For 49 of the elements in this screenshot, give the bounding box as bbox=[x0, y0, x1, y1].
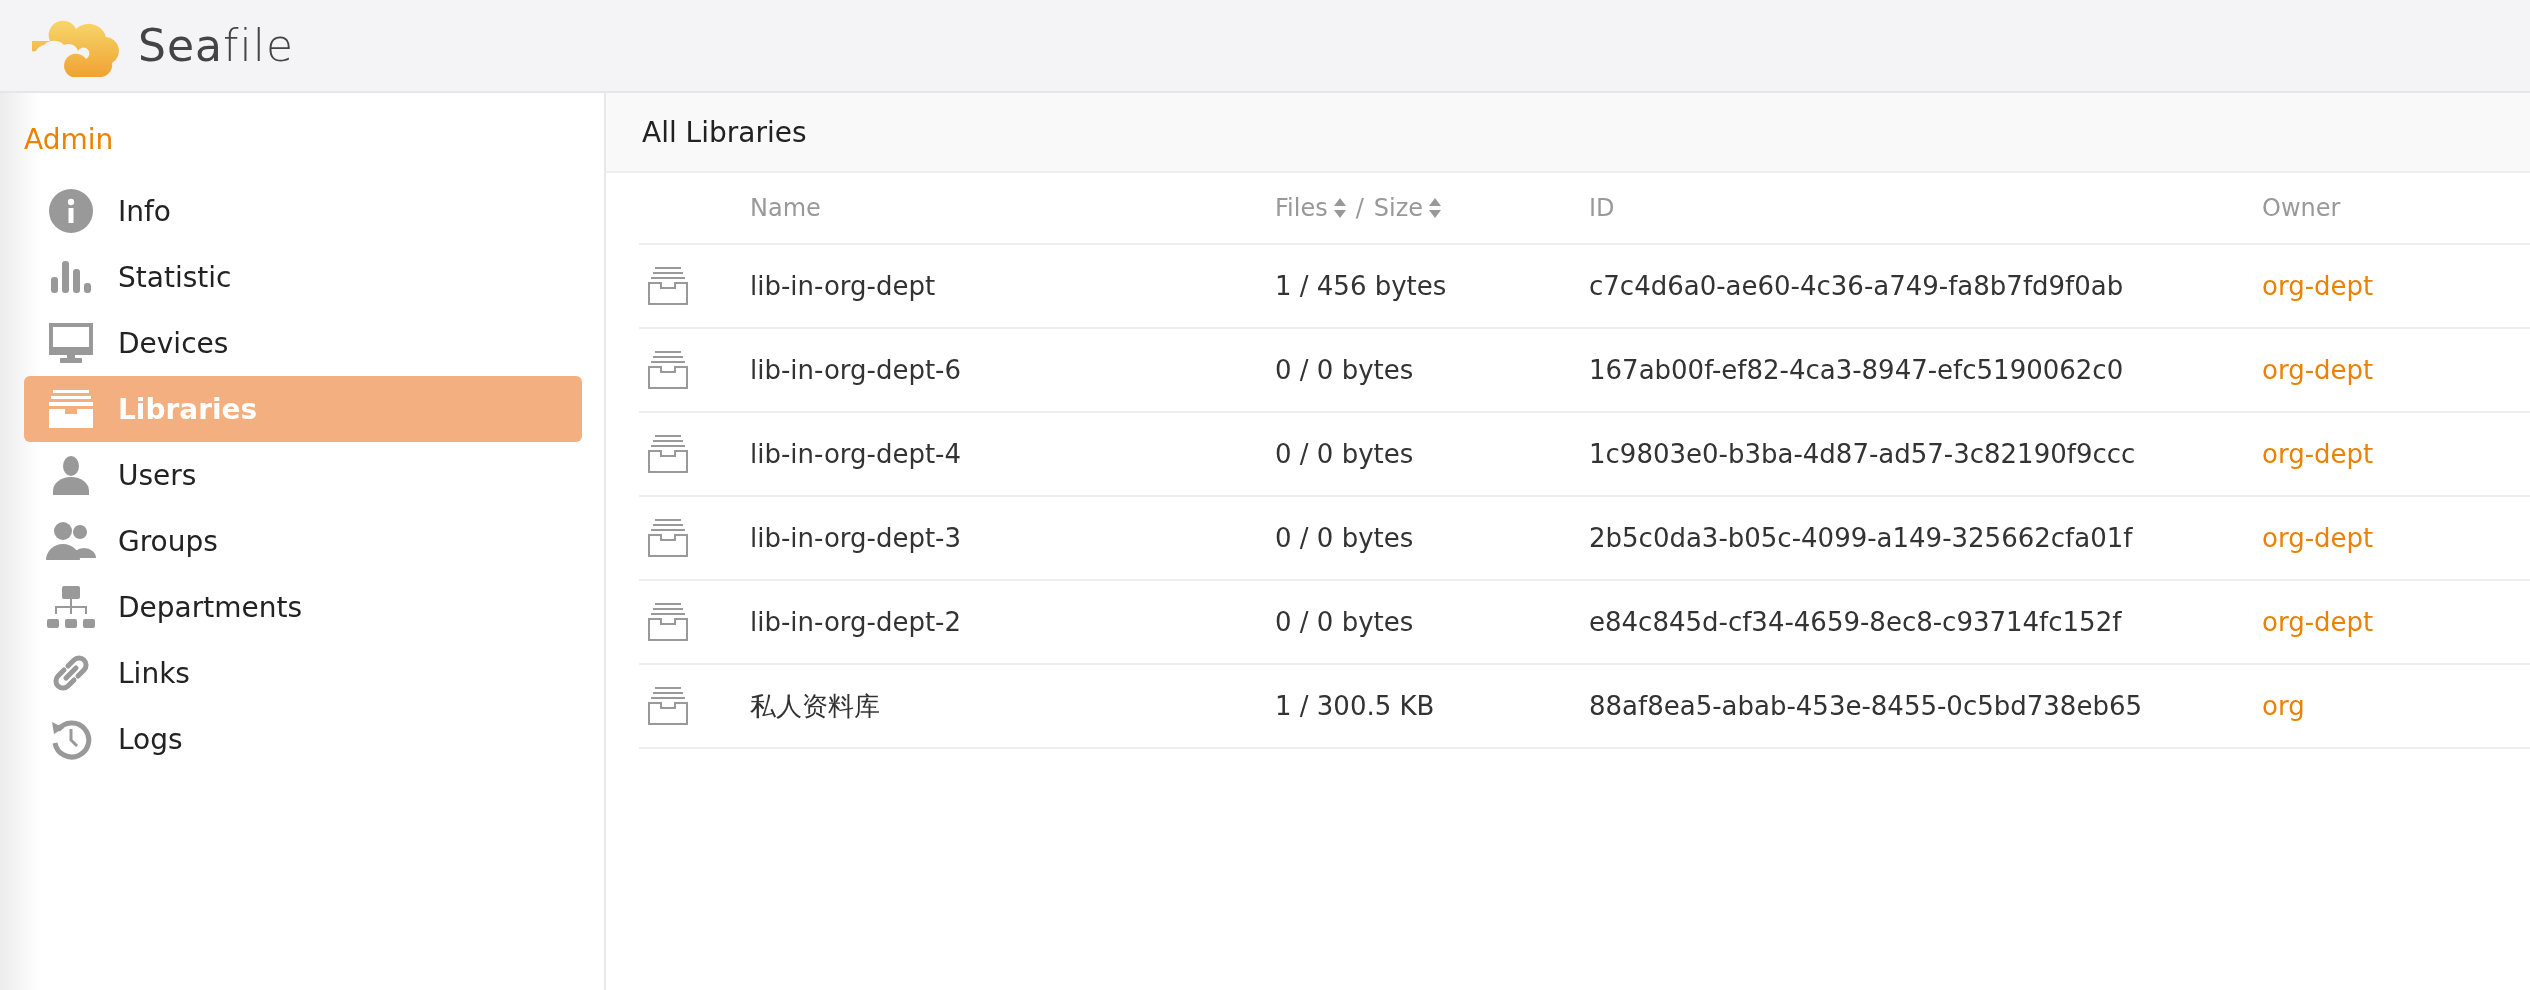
library-icon bbox=[648, 603, 688, 641]
sidebar-item[interactable]: Users bbox=[24, 442, 582, 508]
table-cell-text: 0 / 0 bytes bbox=[1275, 439, 1415, 469]
column-header: Name bbox=[750, 194, 821, 222]
sidebar-item[interactable]: Statistic bbox=[24, 244, 582, 310]
table-cell-text: 2b5c0da3-b05c-4099-a149-325662cfa01f bbox=[1589, 523, 2134, 553]
table-cell-text: e84c845d-cf34-4659-8ec8-c93714fc152f bbox=[1589, 607, 2123, 637]
sidebar-item[interactable]: Groups bbox=[24, 508, 582, 574]
sidebar-item[interactable]: Links bbox=[24, 640, 582, 706]
table-cell-text: 1 / 300.5 KB bbox=[1275, 691, 1436, 721]
archive-icon bbox=[49, 390, 93, 428]
library-icon bbox=[648, 687, 688, 725]
table-cell-text: c7c4d6a0-ae60-4c36-a749-fa8b7fd9f0ab bbox=[1589, 271, 2125, 301]
user-icon bbox=[53, 455, 89, 495]
sidebar-item[interactable]: Departments bbox=[24, 574, 582, 640]
library-name-link[interactable]: lib-in-org-dept-2 bbox=[750, 607, 1275, 637]
library-icon bbox=[648, 351, 688, 389]
sort-icon bbox=[1333, 198, 1346, 218]
bar-chart-icon bbox=[51, 261, 91, 293]
sidebar-heading: Admin bbox=[24, 122, 115, 158]
sort-icon bbox=[1429, 198, 1442, 218]
column-separator: / bbox=[1355, 194, 1364, 222]
library-name-link[interactable]: 私人资料库 bbox=[750, 688, 1275, 724]
sitemap-icon bbox=[47, 586, 95, 628]
table-cell-text: 0 / 0 bytes bbox=[1275, 607, 1415, 637]
logo-wordmark: Seafile bbox=[138, 20, 294, 71]
table-cell-text: 167ab00f-ef82-4ca3-8947-efc5190062c0 bbox=[1589, 355, 2125, 385]
library-name-link[interactable]: lib-in-org-dept-3 bbox=[750, 523, 1275, 553]
library-name-link[interactable]: lib-in-org-dept-6 bbox=[750, 355, 1275, 385]
sidebar-item[interactable]: Info bbox=[24, 178, 582, 244]
table-cell-text: 1 / 456 bytes bbox=[1275, 271, 1448, 301]
sidebar-item[interactable]: Logs bbox=[24, 706, 582, 772]
library-icon bbox=[648, 435, 688, 473]
history-icon bbox=[50, 718, 92, 760]
library-icon bbox=[648, 519, 688, 557]
table-cell-text: 0 / 0 bytes bbox=[1275, 523, 1415, 553]
library-name-link[interactable]: lib-in-org-dept-4 bbox=[750, 439, 1275, 469]
column-header: ID bbox=[1589, 194, 1615, 222]
info-icon bbox=[49, 189, 93, 233]
column-header: Owner bbox=[2262, 194, 2341, 222]
table-cell-text: 0 / 0 bytes bbox=[1275, 355, 1415, 385]
group-icon bbox=[46, 522, 96, 560]
page-title: All Libraries bbox=[642, 115, 807, 149]
library-name-link[interactable]: lib-in-org-dept bbox=[750, 271, 1275, 301]
table-cell-text: 88af8ea5-abab-453e-8455-0c5bd738eb65 bbox=[1589, 691, 2143, 721]
sidebar-item[interactable]: Devices bbox=[24, 310, 582, 376]
library-icon bbox=[648, 267, 688, 305]
table-cell-text: 1c9803e0-b3ba-4d87-ad57-3c82190f9ccc bbox=[1589, 439, 2137, 469]
monitor-icon bbox=[49, 323, 93, 363]
